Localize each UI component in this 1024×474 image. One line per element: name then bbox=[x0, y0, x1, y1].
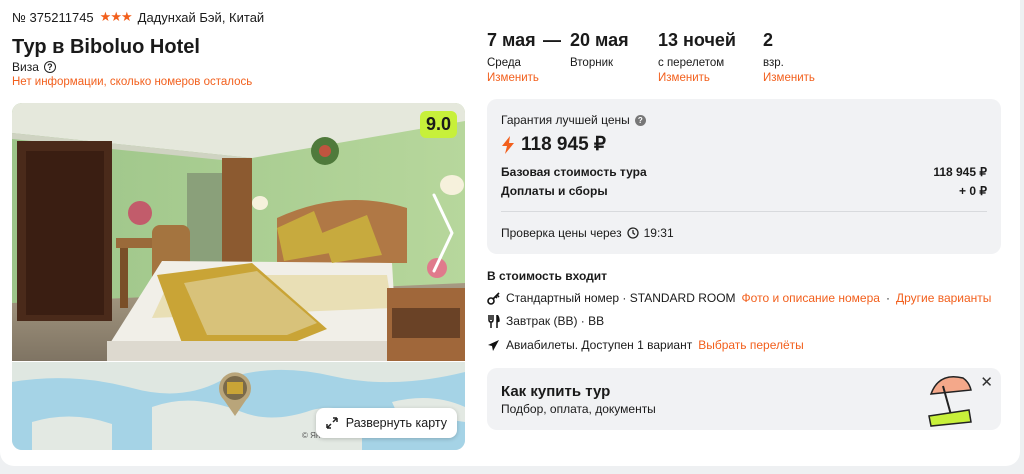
nights-note: с перелетом bbox=[658, 57, 725, 69]
base-cost-row: Базовая стоимость тура 118 945 ₽ bbox=[501, 165, 987, 179]
hotel-room-photo bbox=[12, 103, 465, 361]
expand-map-label: Развернуть карту bbox=[345, 416, 447, 430]
help-icon[interactable]: ? bbox=[634, 114, 646, 126]
extra-fees-row: Доплаты и сборы + 0 ₽ bbox=[501, 184, 987, 198]
change-dates-link[interactable]: Изменить bbox=[487, 72, 539, 84]
guests-count: 2 bbox=[763, 30, 774, 50]
extra-fees-value: + 0 ₽ bbox=[959, 184, 987, 198]
included-flight: Авиабилеты. Доступен 1 вариант Выбрать п… bbox=[487, 338, 804, 352]
help-icon[interactable]: ? bbox=[43, 61, 56, 73]
room-photos-link[interactable]: Фото и описание номера bbox=[742, 291, 880, 305]
expand-icon bbox=[326, 417, 338, 429]
nights-block: 13 ночей с перелетом Изменить bbox=[658, 30, 736, 84]
flight-info: Авиабилеты. Доступен 1 вариант bbox=[506, 338, 693, 352]
close-icon[interactable]: ✕ bbox=[980, 373, 993, 391]
expand-map-button[interactable]: Развернуть карту bbox=[315, 408, 457, 438]
total-price-value: 118 945 ₽ bbox=[521, 134, 606, 155]
hotel-photo-gallery[interactable]: 9.0 bbox=[12, 103, 465, 361]
how-to-buy-title: Как купить тур bbox=[501, 383, 611, 400]
price-guarantee-label: Гарантия лучшей цены bbox=[501, 113, 630, 127]
nights-count: 13 ночей bbox=[658, 30, 736, 50]
included-room: Стандартный номер · STANDARD ROOM Фото и… bbox=[487, 291, 991, 305]
how-to-buy-subtitle: Подбор, оплата, документы bbox=[501, 402, 656, 416]
beach-umbrella-icon bbox=[928, 376, 972, 427]
extra-fees-label: Доплаты и сборы bbox=[501, 184, 608, 198]
hotel-map[interactable]: © Ян Развернуть карту bbox=[12, 362, 465, 450]
tour-card: № 375211745 ★★★ Дадунхай Бэй, Китай Тур … bbox=[0, 0, 1020, 466]
end-date: 20 мая bbox=[570, 30, 629, 50]
included-meal: Завтрак (BB) · BB bbox=[487, 314, 604, 328]
end-date-block: 20 мая Вторник bbox=[570, 30, 629, 69]
lightning-icon bbox=[502, 135, 514, 154]
price-check-time: 19:31 bbox=[643, 226, 674, 240]
start-date-block: 7 мая Среда Изменить bbox=[487, 30, 539, 84]
map-pin-icon[interactable] bbox=[218, 370, 252, 418]
room-links-separator: · bbox=[885, 291, 890, 305]
guests-block: 2 взр. Изменить bbox=[763, 30, 815, 84]
choose-flights-link[interactable]: Выбрать перелёты bbox=[698, 338, 804, 352]
price-check-label: Проверка цены через bbox=[501, 226, 622, 240]
included-title: В стоимость входит bbox=[487, 269, 608, 283]
price-check: Проверка цены через 19:31 bbox=[501, 226, 674, 240]
divider bbox=[501, 211, 987, 212]
clock-icon bbox=[626, 227, 639, 239]
page-title: Тур в Biboluo Hotel bbox=[12, 36, 200, 58]
end-day: Вторник bbox=[570, 57, 614, 69]
hotel-stars: ★★★ bbox=[99, 9, 133, 24]
key-icon bbox=[487, 291, 500, 305]
price-guarantee: Гарантия лучшей цены ? bbox=[501, 113, 646, 127]
hotel-location: Дадунхай Бэй, Китай bbox=[137, 9, 265, 25]
start-day: Среда bbox=[487, 57, 521, 69]
start-date: 7 мая bbox=[487, 30, 536, 50]
rating-badge: 9.0 bbox=[419, 111, 457, 138]
rooms-left-note: Нет информации, сколько номеров осталось bbox=[12, 76, 253, 88]
visa-info[interactable]: Виза ? bbox=[12, 60, 56, 74]
airplane-icon bbox=[488, 339, 499, 351]
visa-label: Виза bbox=[12, 60, 39, 74]
meal-type: Завтрак (BB) · BB bbox=[506, 314, 605, 328]
price-panel: Гарантия лучшей цены ? 118 945 ₽ Базовая… bbox=[487, 99, 1001, 254]
other-rooms-link[interactable]: Другие варианты bbox=[896, 291, 991, 305]
chevron-right-icon[interactable] bbox=[431, 193, 455, 273]
tour-meta: № 375211745 ★★★ Дадунхай Бэй, Китай bbox=[12, 9, 264, 25]
date-separator: — bbox=[543, 30, 561, 50]
room-type: Стандартный номер · STANDARD ROOM bbox=[506, 291, 736, 305]
guests-note: взр. bbox=[763, 57, 784, 69]
tour-number: № 375211745 bbox=[12, 9, 94, 25]
change-nights-link[interactable]: Изменить bbox=[658, 72, 736, 84]
change-guests-link[interactable]: Изменить bbox=[763, 72, 815, 84]
total-price: 118 945 ₽ bbox=[501, 133, 606, 156]
base-cost-value: 118 945 ₽ bbox=[933, 165, 987, 179]
cutlery-icon bbox=[488, 314, 500, 328]
how-to-buy-banner[interactable]: Как купить тур Подбор, оплата, документы… bbox=[487, 368, 1001, 430]
base-cost-label: Базовая стоимость тура bbox=[501, 165, 647, 179]
